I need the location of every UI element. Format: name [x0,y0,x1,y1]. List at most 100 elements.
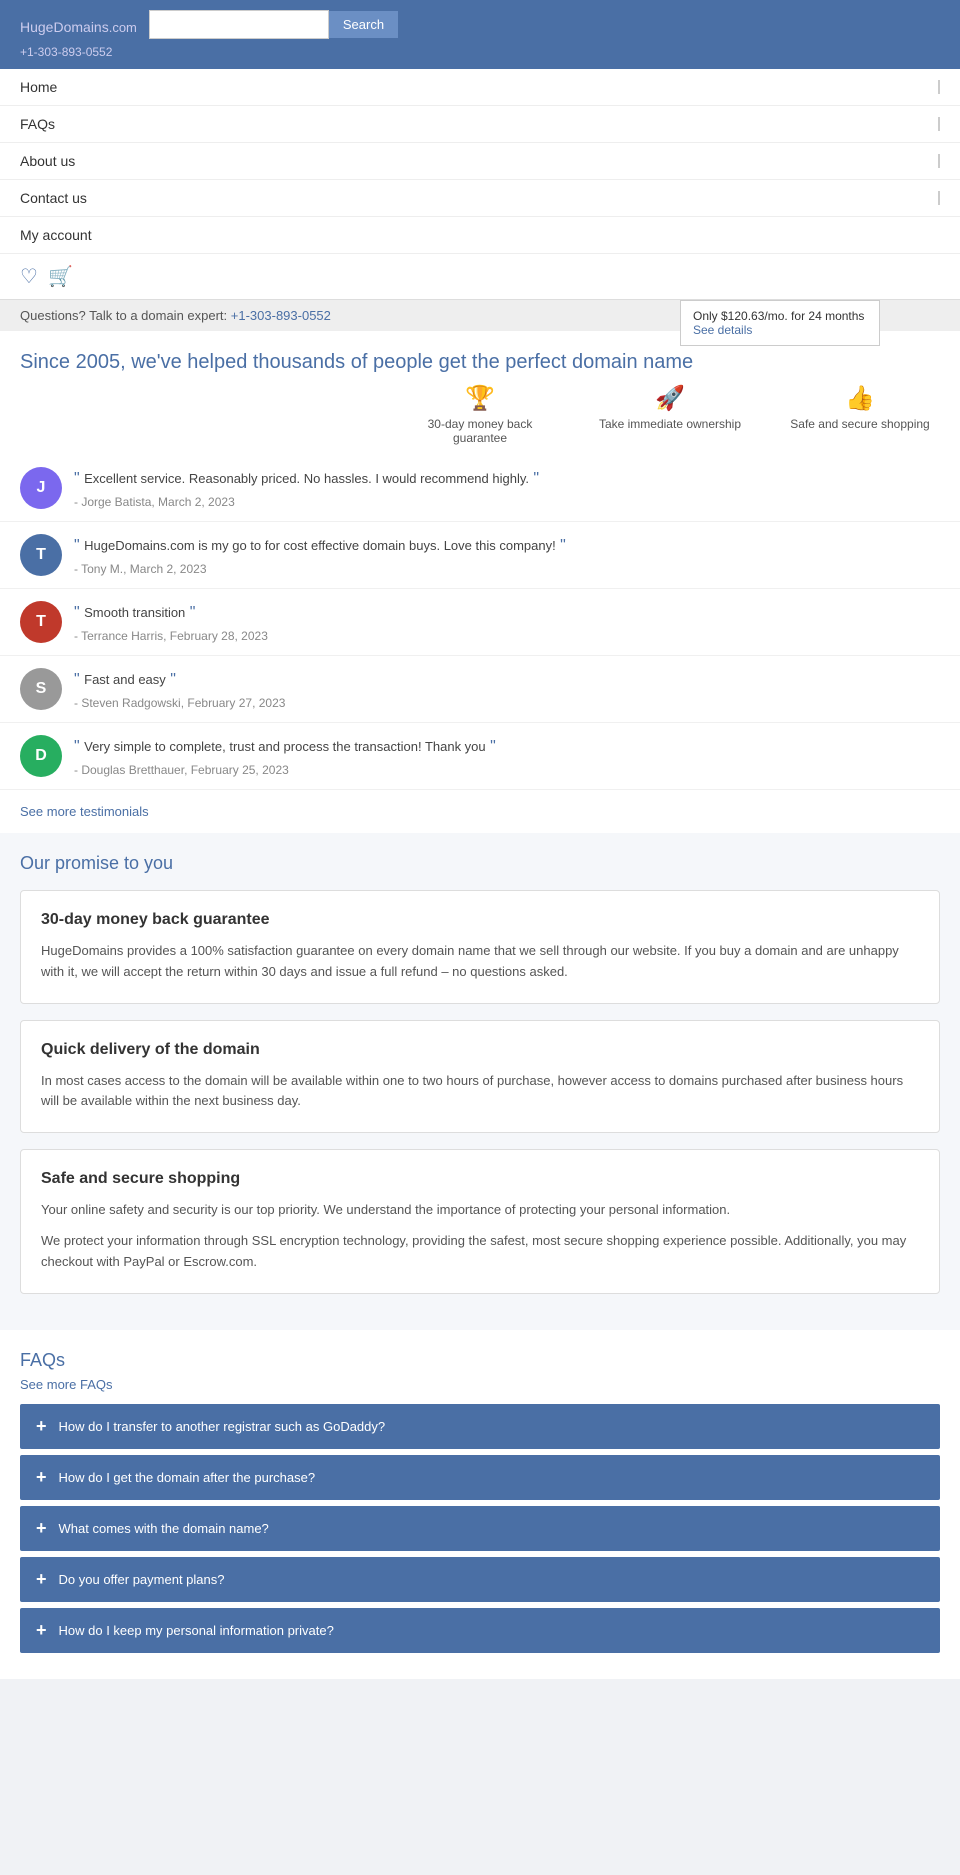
main-content: Since 2005, we've helped thousands of pe… [0,331,960,833]
testimonials-list: J " Excellent service. Reasonably priced… [0,455,960,790]
promise-card-secure: Safe and secure shopping Your online saf… [20,1149,940,1293]
nav-divider [938,80,940,94]
promise-card-text-3b: We protect your information through SSL … [41,1231,919,1273]
open-quote-mark: " [74,537,84,554]
faq-expand-icon: + [36,1467,47,1488]
questions-bar: Questions? Talk to a domain expert: +1-3… [0,300,960,331]
faq-item[interactable]: + How do I get the domain after the purc… [20,1455,940,1500]
faq-expand-icon: + [36,1416,47,1437]
quote-text: " HugeDomains.com is my go to for cost e… [74,534,940,558]
questions-phone[interactable]: +1-303-893-0552 [231,308,331,323]
feature-label: Take immediate ownership [590,417,750,431]
tooltip-link[interactable]: See details [693,323,752,337]
quote-author: - Jorge Batista, March 2, 2023 [74,495,940,509]
testimonial-item: J " Excellent service. Reasonably priced… [0,455,960,522]
testimonial-body: " Excellent service. Reasonably priced. … [74,467,940,509]
nav-contact[interactable]: Contact us [0,180,960,217]
promise-card-money-back: 30-day money back guarantee HugeDomains … [20,890,940,1004]
quote-author: - Steven Radgowski, February 27, 2023 [74,696,940,710]
logo-suffix: .com [109,20,137,35]
faq-label: How do I keep my personal information pr… [59,1623,334,1638]
close-quote-mark: " [486,738,496,755]
avatar: J [20,467,62,509]
promise-card-text-3a: Your online safety and security is our t… [41,1200,919,1221]
faq-label: How do I transfer to another registrar s… [59,1419,386,1434]
faq-item[interactable]: + How do I transfer to another registrar… [20,1404,940,1449]
testimonial-item: T " HugeDomains.com is my go to for cost… [0,522,960,589]
faq-item[interactable]: + How do I keep my personal information … [20,1608,940,1653]
testimonial-header: T " HugeDomains.com is my go to for cost… [20,534,940,576]
see-more-testimonials-link[interactable]: See more testimonials [0,790,960,833]
close-quote-mark: " [166,671,176,688]
close-quote-mark: " [185,604,195,621]
nav-account[interactable]: My account [0,217,960,254]
navigation: Home FAQs About us Contact us My account… [0,69,960,300]
nav-home[interactable]: Home [0,69,960,106]
logo-text: HugeDomains [20,19,109,35]
testimonial-item: D " Very simple to complete, trust and p… [0,723,960,790]
logo: HugeDomains.com [20,12,137,38]
testimonial-header: T " Smooth transition " - Terrance Harri… [20,601,940,643]
testimonial-body: " HugeDomains.com is my go to for cost e… [74,534,940,576]
faqs-title: FAQs [20,1350,940,1371]
faq-expand-icon: + [36,1518,47,1539]
nav-about[interactable]: About us [0,143,960,180]
quote-text: " Excellent service. Reasonably priced. … [74,467,940,491]
testimonial-body: " Very simple to complete, trust and pro… [74,735,940,777]
testimonial-header: S " Fast and easy " - Steven Radgowski, … [20,668,940,710]
search-button[interactable]: Search [329,11,398,38]
faq-label: What comes with the domain name? [59,1521,269,1536]
faq-item[interactable]: + What comes with the domain name? [20,1506,940,1551]
features-row: 🏆 30-day money back guarantee 🚀 Take imm… [0,384,960,455]
testimonial-body: " Fast and easy " - Steven Radgowski, Fe… [74,668,940,710]
faq-expand-icon: + [36,1569,47,1590]
wishlist-icon[interactable]: ♡ [20,264,38,289]
quote-author: - Terrance Harris, February 28, 2023 [74,629,940,643]
quote-author: - Douglas Bretthauer, February 25, 2023 [74,763,940,777]
testimonial-item: T " Smooth transition " - Terrance Harri… [0,589,960,656]
faq-label: How do I get the domain after the purcha… [59,1470,316,1485]
testimonial-header: D " Very simple to complete, trust and p… [20,735,940,777]
questions-text: Questions? Talk to a domain expert: [20,308,231,323]
open-quote-mark: " [74,470,84,487]
feature-label: Safe and secure shopping [780,417,940,431]
feature-label: 30-day money back guarantee [400,417,560,445]
close-quote-mark: " [556,537,566,554]
promise-title: Our promise to you [20,853,940,874]
search-input[interactable] [149,10,329,39]
faqs-section: FAQs See more FAQs + How do I transfer t… [0,1330,960,1679]
testimonial-item: S " Fast and easy " - Steven Radgowski, … [0,656,960,723]
quote-text: " Smooth transition " [74,601,940,625]
promise-card-title-3: Safe and secure shopping [41,1170,919,1188]
tooltip-text: Only $120.63/mo. for 24 months [693,309,864,323]
faqs-list: + How do I transfer to another registrar… [20,1404,940,1653]
quote-text: " Fast and easy " [74,668,940,692]
quote-text: " Very simple to complete, trust and pro… [74,735,940,759]
feature-money-back: 🏆 30-day money back guarantee [400,384,560,445]
faq-expand-icon: + [36,1620,47,1641]
avatar: D [20,735,62,777]
quote-author: - Tony M., March 2, 2023 [74,562,940,576]
nav-divider [938,154,940,168]
trophy-icon: 🏆 [400,384,560,413]
feature-secure: 👍 Safe and secure shopping [780,384,940,445]
promise-card-title-1: 30-day money back guarantee [41,911,919,929]
header: HugeDomains.com Search +1-303-893-0552 [0,0,960,69]
faq-label: Do you offer payment plans? [59,1572,225,1587]
nav-icon-bar: ♡ 🛒 [0,254,960,299]
faq-item[interactable]: + Do you offer payment plans? [20,1557,940,1602]
nav-faqs[interactable]: FAQs [0,106,960,143]
rocket-icon: 🚀 [590,384,750,413]
see-more-faqs-link[interactable]: See more FAQs [20,1377,940,1392]
thumbsup-icon: 👍 [780,384,940,413]
close-quote-mark: " [529,470,539,487]
avatar: T [20,601,62,643]
open-quote-mark: " [74,738,84,755]
phone-number: +1-303-893-0552 [20,45,940,59]
promise-card-delivery: Quick delivery of the domain In most cas… [20,1020,940,1134]
promise-section: Our promise to you 30-day money back gua… [0,833,960,1330]
nav-divider [938,117,940,131]
testimonial-header: J " Excellent service. Reasonably priced… [20,467,940,509]
cart-icon[interactable]: 🛒 [48,264,73,289]
nav-divider [938,191,940,205]
